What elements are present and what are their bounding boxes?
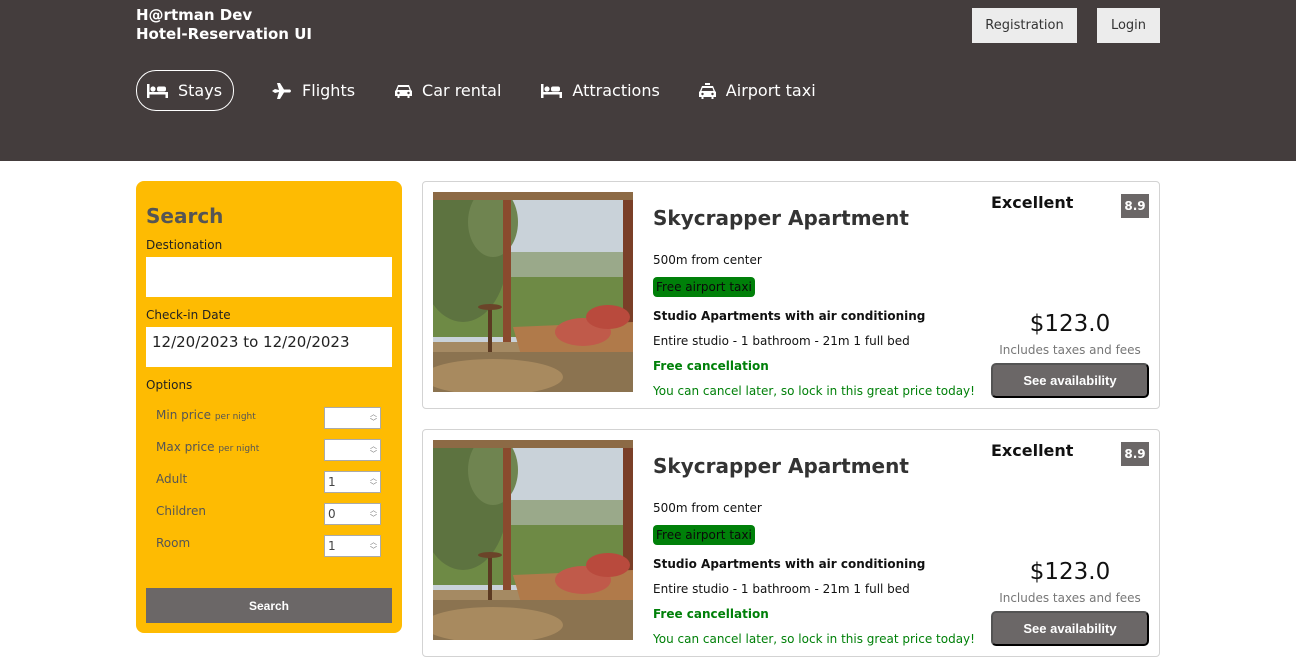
nav-item-flights[interactable]: Flights xyxy=(272,70,355,111)
price: $123.0 xyxy=(1029,311,1111,337)
spinner-icon[interactable]: ︿ ﹀ xyxy=(370,506,377,522)
cancel-subtitle: You can cancel later, so lock in this gr… xyxy=(653,632,975,646)
tax-note: Includes taxes and fees xyxy=(999,343,1141,357)
cancel-title: Free cancellation xyxy=(653,359,769,373)
rating-score: 8.9 xyxy=(1121,194,1149,218)
destination-label: Destionation xyxy=(146,238,223,252)
min-price-label: Min price per night xyxy=(156,408,256,422)
spinner-icon[interactable]: ︿ ﹀ xyxy=(370,410,377,426)
destination-input[interactable] xyxy=(146,257,392,297)
brand-name: H@rtman Dev xyxy=(136,6,253,24)
hotel-distance: 500m from center xyxy=(653,253,762,267)
spinner-icon[interactable]: ︿ ﹀ xyxy=(370,442,377,458)
taxi-icon xyxy=(698,82,716,99)
nav-label: Attractions xyxy=(572,81,660,100)
plane-icon xyxy=(272,82,292,99)
hotel-title[interactable]: Skycrapper Apartment xyxy=(653,206,909,230)
taxi-badge: Free airport taxi xyxy=(653,277,755,297)
bed-icon xyxy=(147,83,168,98)
room-label: Room xyxy=(156,536,191,550)
bed-icon xyxy=(541,83,563,98)
nav-label: Car rental xyxy=(422,81,502,100)
taxi-badge: Free airport taxi xyxy=(653,525,755,545)
hotel-title[interactable]: Skycrapper Apartment xyxy=(653,454,909,478)
checkin-date-input[interactable]: 12/20/2023 to 12/20/2023 xyxy=(146,327,392,367)
max-price-input[interactable]: ︿ ﹀ xyxy=(324,439,381,461)
nav-label: Flights xyxy=(302,81,356,100)
top-header: H@rtman Dev Hotel-Reservation UI Registr… xyxy=(0,0,1296,161)
hotel-subtitle: Studio Apartments with air conditioning xyxy=(653,309,926,323)
adult-input[interactable]: 1 ︿ ﹀ xyxy=(324,471,381,493)
login-button[interactable]: Login xyxy=(1097,8,1160,43)
result-card: Skycrapper Apartment 500m from center Fr… xyxy=(422,429,1160,657)
cancel-subtitle: You can cancel later, so lock in this gr… xyxy=(653,384,975,398)
room-input[interactable]: 1 ︿ ﹀ xyxy=(324,535,381,557)
hotel-features: Entire studio - 1 bathroom - 21m 1 full … xyxy=(653,582,910,596)
spinner-icon[interactable]: ︿ ﹀ xyxy=(370,474,377,490)
car-icon xyxy=(395,84,413,98)
search-title: Search xyxy=(146,204,224,228)
hotel-distance: 500m from center xyxy=(653,501,762,515)
hotel-subtitle: Studio Apartments with air conditioning xyxy=(653,557,926,571)
hotel-photo[interactable] xyxy=(433,192,633,392)
brand-subtitle: Hotel-Reservation UI xyxy=(136,25,312,43)
brand-logo[interactable]: H@rtman Dev Hotel-Reservation UI xyxy=(136,6,312,44)
checkin-label: Check-in Date xyxy=(146,308,231,322)
min-price-input[interactable]: ︿ ﹀ xyxy=(324,407,381,429)
children-label: Children xyxy=(156,504,206,518)
see-availability-button[interactable]: See availability xyxy=(991,363,1149,398)
search-panel: Search Destionation Check-in Date 12/20/… xyxy=(136,181,402,633)
nav-item-attractions[interactable]: Attractions xyxy=(541,70,660,111)
tax-note: Includes taxes and fees xyxy=(999,591,1141,605)
options-label: Options xyxy=(146,378,193,392)
children-input[interactable]: 0 ︿ ﹀ xyxy=(324,503,381,525)
rating-text: Excellent xyxy=(991,193,1074,212)
adult-label: Adult xyxy=(156,472,188,486)
price: $123.0 xyxy=(1029,559,1111,585)
result-card: Skycrapper Apartment 500m from center Fr… xyxy=(422,181,1160,409)
rating-score: 8.9 xyxy=(1121,442,1149,466)
rating-text: Excellent xyxy=(991,441,1074,460)
search-button[interactable]: Search xyxy=(146,588,392,623)
max-price-label: Max price per night xyxy=(156,440,260,454)
cancel-title: Free cancellation xyxy=(653,607,769,621)
nav-label: Stays xyxy=(178,81,223,100)
nav-item-airport-taxi[interactable]: Airport taxi xyxy=(698,70,816,111)
nav-item-stays[interactable]: Stays xyxy=(136,70,235,111)
nav-item-car-rental[interactable]: Car rental xyxy=(395,70,501,111)
registration-button[interactable]: Registration xyxy=(972,8,1077,43)
nav-label: Airport taxi xyxy=(725,81,816,100)
main-nav: Stays Flights Car rental Attractions Air… xyxy=(136,70,816,111)
see-availability-button[interactable]: See availability xyxy=(991,611,1149,646)
hotel-features: Entire studio - 1 bathroom - 21m 1 full … xyxy=(653,334,910,348)
spinner-icon[interactable]: ︿ ﹀ xyxy=(370,538,377,554)
hotel-photo[interactable] xyxy=(433,440,633,640)
